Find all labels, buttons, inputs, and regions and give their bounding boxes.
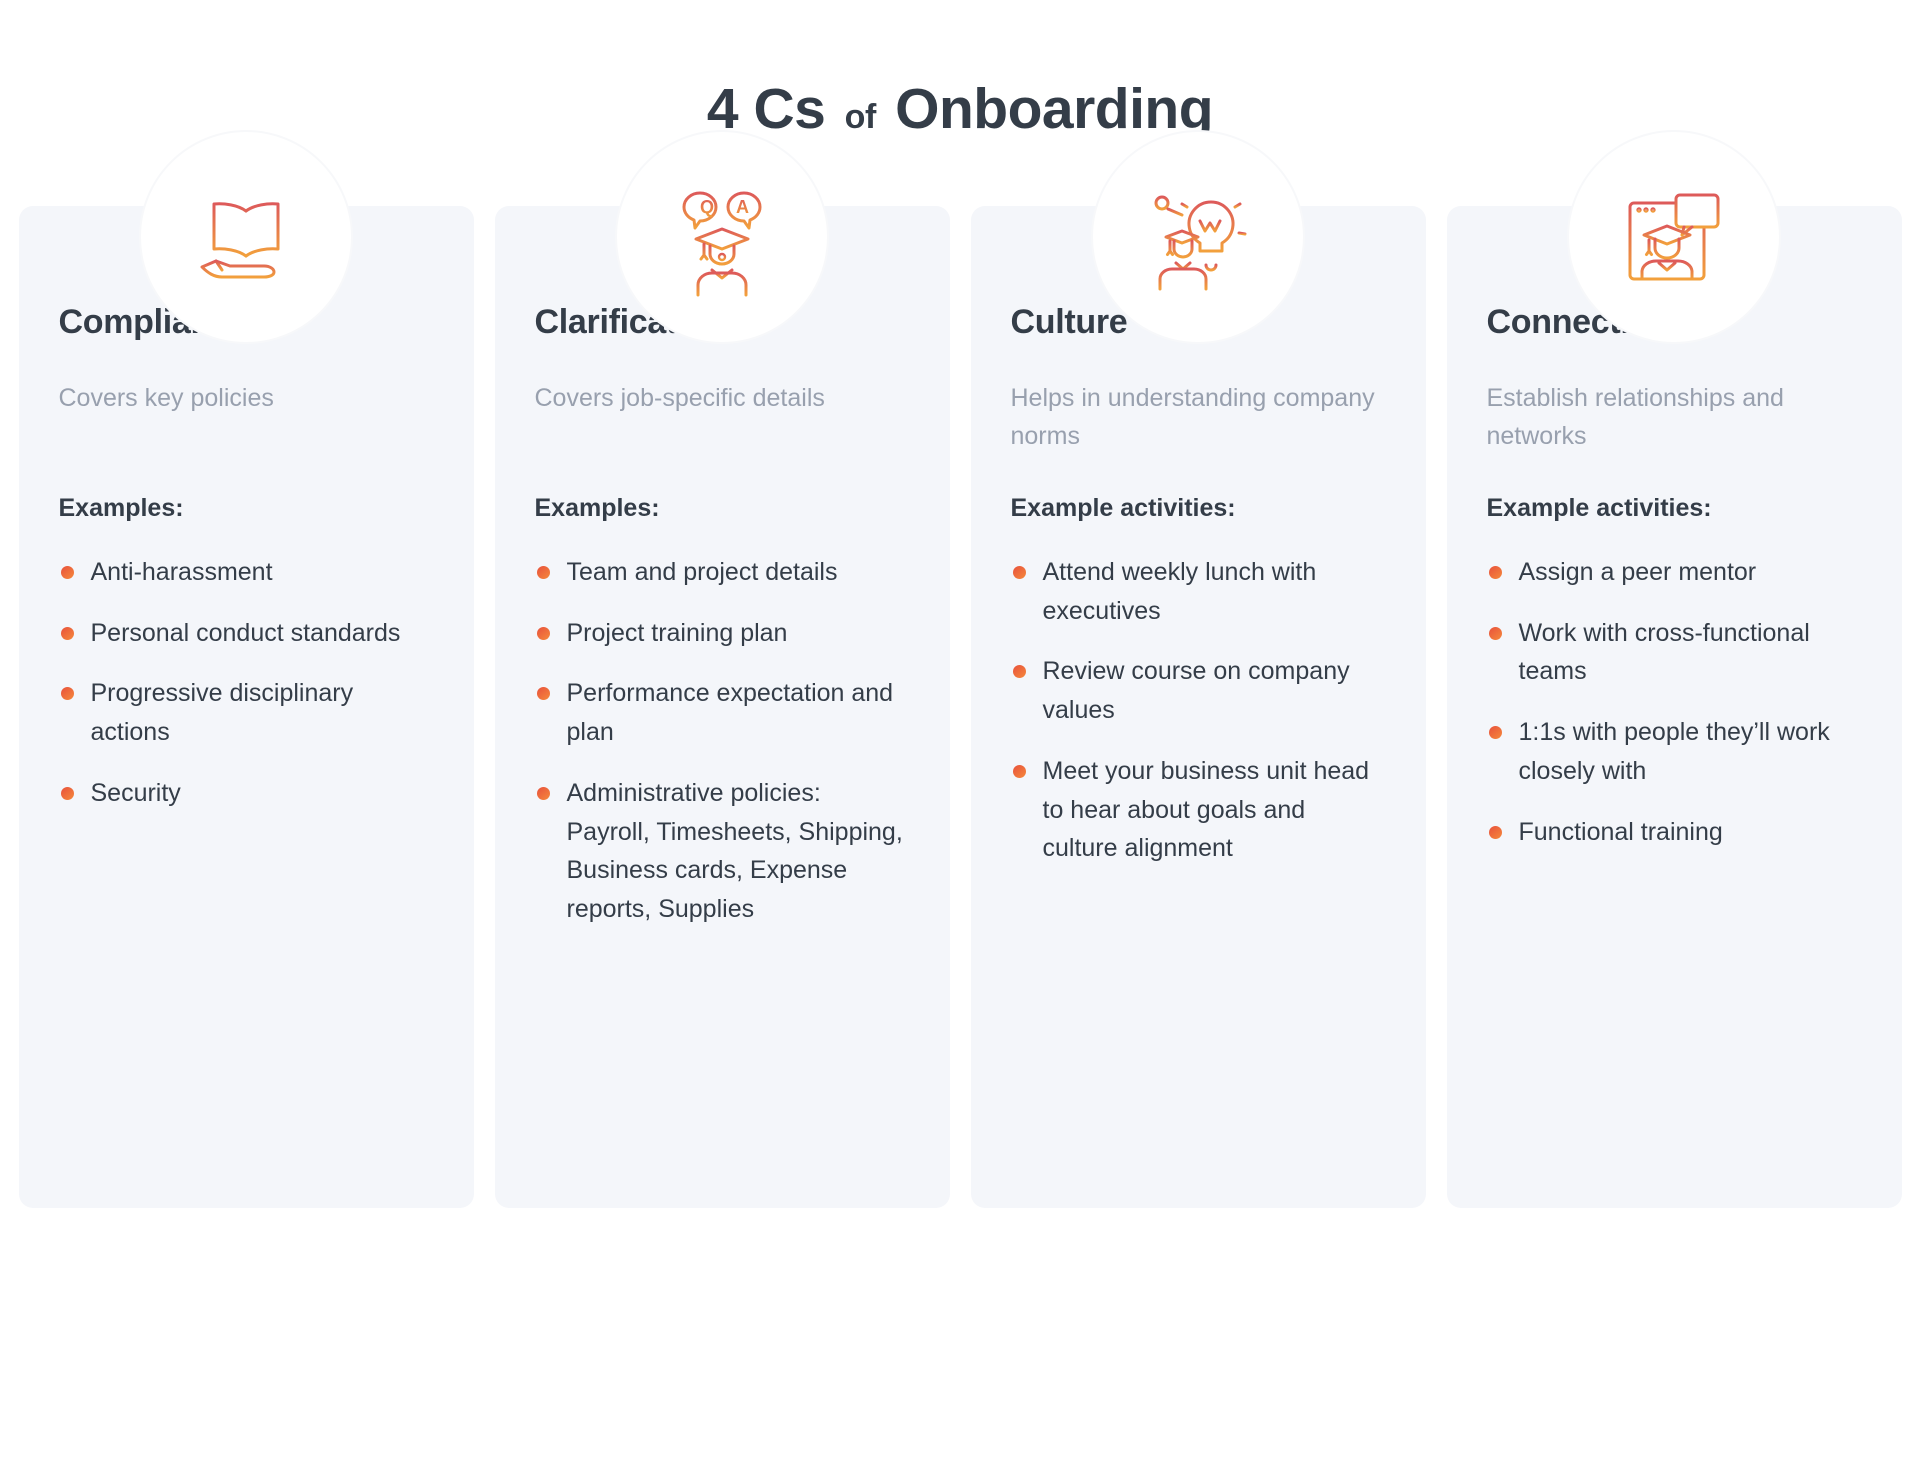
card-subtitle: Helps in understanding company norms [1010, 384, 1375, 450]
list-item: Functional training [1487, 813, 1862, 852]
card-compliance: Compliance Covers key policies Examples:… [18, 129, 474, 1208]
list-item: Work with cross-functional teams [1487, 614, 1862, 692]
list-item: Meet your business unit head to hear abo… [1011, 752, 1386, 868]
card-clarification: Q A Clarification Covers job-specific de… [494, 129, 950, 1208]
page-title: 4 Cs of Onboarding [0, 0, 1920, 141]
list-item: Assign a peer mentor [1487, 553, 1862, 592]
list-item-continuation: Payroll, Timesheets, Shipping, Business … [566, 817, 903, 924]
svg-text:A: A [736, 197, 749, 217]
card-connection: Connection Establish relationships and n… [1446, 129, 1902, 1208]
card-subtitle: Covers key policies [58, 384, 274, 413]
browser-window-graduate-chat-icon [1567, 129, 1781, 344]
list-item: Progressive disciplinary actions [59, 674, 434, 752]
examples-list: Team and project details Project trainin… [535, 553, 910, 929]
list-item: 1:1s with people they’ll work closely wi… [1487, 713, 1862, 791]
list-item: Team and project details [535, 553, 910, 592]
list-item: Personal conduct standards [59, 614, 434, 653]
examples-list: Anti-harassment Personal conduct standar… [59, 553, 434, 813]
infographic-page: 4 Cs of Onboarding Compliance Covers key… [0, 0, 1920, 1468]
title-small-of: of [844, 98, 877, 136]
lightbulb-graduate-idea-icon [1091, 129, 1305, 344]
title-main-after: Onboarding [895, 77, 1214, 141]
list-item: Anti-harassment [59, 553, 434, 592]
cards-container: Compliance Covers key policies Examples:… [0, 129, 1920, 1208]
list-item: Attend weekly lunch with executives [1011, 553, 1386, 631]
list-item-label: Administrative policies: [566, 778, 821, 807]
svg-text:Q: Q [700, 197, 714, 217]
card-subtitle: Establish relationships and networks [1486, 384, 1784, 450]
list-item: Administrative policies: Payroll, Timesh… [535, 774, 910, 929]
question-answer-graduate-icon: Q A [615, 129, 829, 344]
examples-label: Example activities: [1486, 494, 1712, 523]
examples-list: Assign a peer mentor Work with cross-fun… [1487, 553, 1862, 852]
list-item: Review course on company values [1011, 652, 1386, 730]
card-culture: Culture Helps in understanding company n… [970, 129, 1426, 1208]
list-item: Security [59, 774, 434, 813]
examples-label: Examples: [534, 494, 660, 523]
list-item: Project training plan [535, 614, 910, 653]
examples-list: Attend weekly lunch with executives Revi… [1011, 553, 1386, 868]
examples-label: Example activities: [1010, 494, 1236, 523]
card-subtitle: Covers job-specific details [534, 384, 825, 413]
list-item: Performance expectation and plan [535, 674, 910, 752]
examples-label: Examples: [58, 494, 184, 523]
open-book-on-hand-icon [139, 129, 353, 344]
